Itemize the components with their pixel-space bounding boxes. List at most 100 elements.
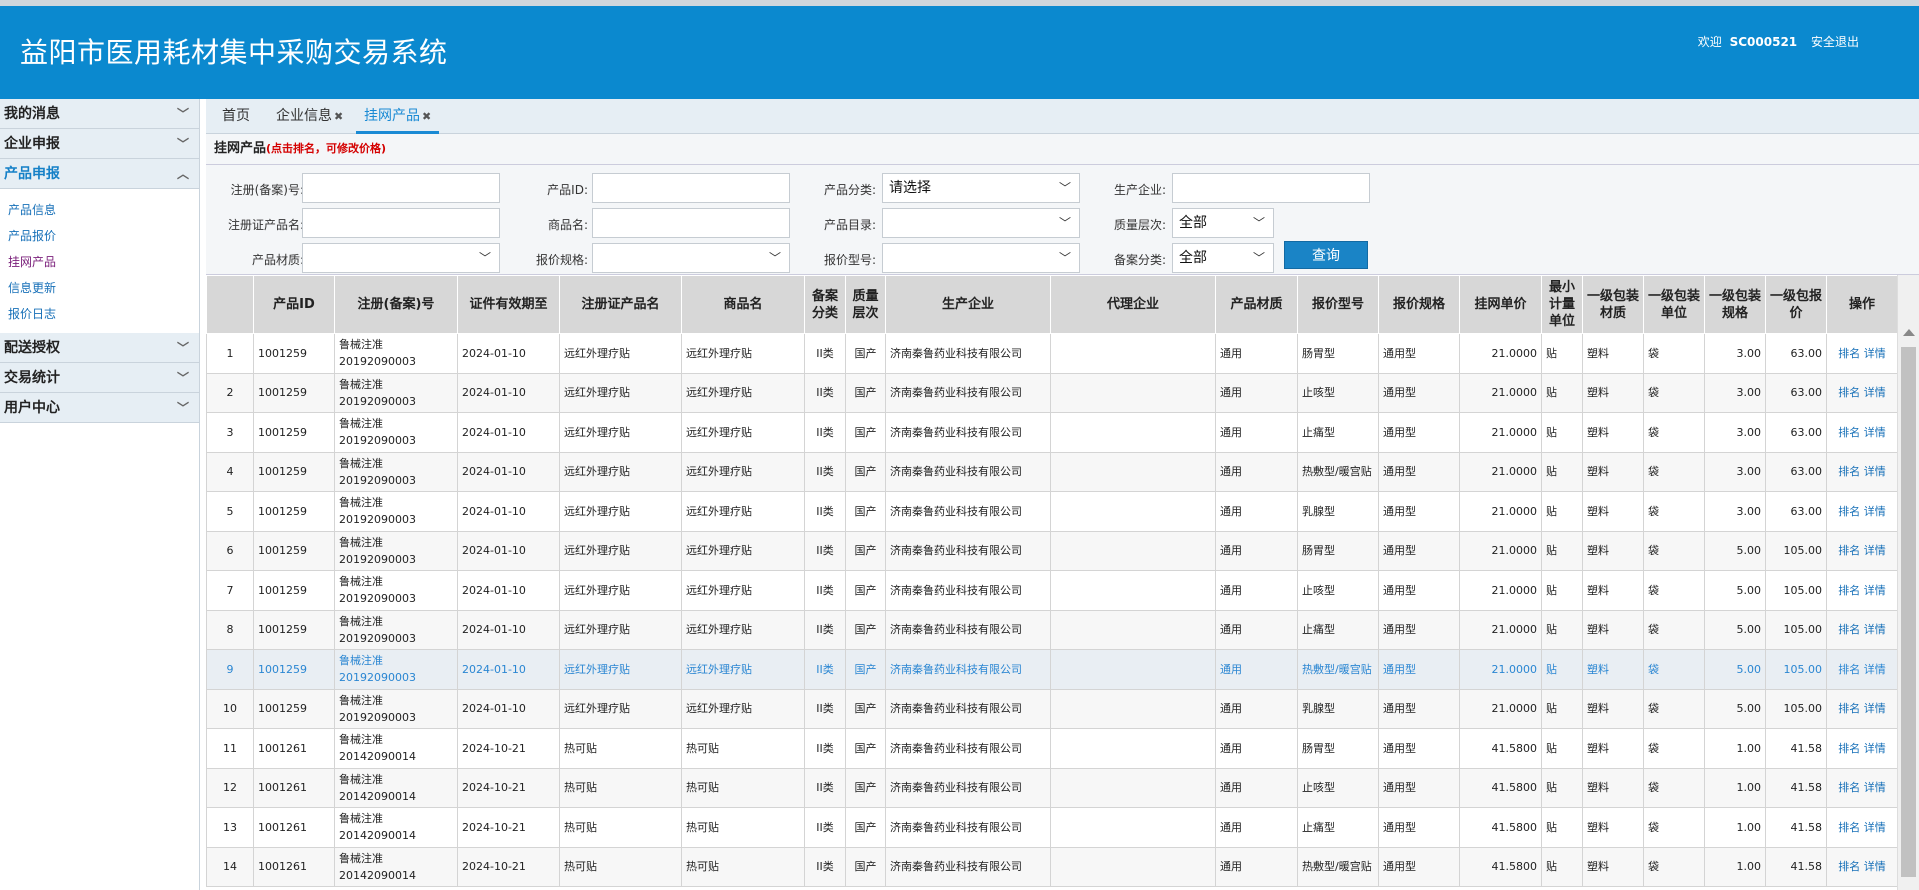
rank-link[interactable]: 排名 (1838, 742, 1860, 755)
table-cell: 济南秦鲁药业科技有限公司 (885, 728, 1051, 769)
sidebar-group-delivery[interactable]: 配送授权 ﹀ (0, 333, 199, 363)
table-cell: 通用型 (1378, 846, 1460, 887)
detail-link[interactable]: 详情 (1864, 426, 1886, 439)
table-cell: 袋 (1643, 530, 1705, 571)
table-cell: 塑料 (1582, 451, 1644, 492)
table-cell: 通用型 (1378, 412, 1460, 453)
table-row[interactable]: 14 1001261 鲁械注准20142090014 2024-10-21 热可贴 热可贴… (206, 846, 1898, 887)
table-row[interactable]: 8 1001259 鲁械注准20192090003 2024-01-10 远红外理疗贴远… (206, 609, 1898, 650)
table-row[interactable]: 2 1001259 鲁械注准20192090003 2024-01-10 远红外理疗贴远… (206, 372, 1898, 413)
detail-link[interactable]: 详情 (1864, 821, 1886, 834)
table-scrollbar[interactable] (1897, 275, 1919, 890)
table-cell: 1001259 (253, 530, 335, 571)
spec-select[interactable]: ﹀ (592, 243, 790, 273)
rank-link[interactable]: 排名 (1838, 505, 1860, 518)
table-row[interactable]: 4 1001259 鲁械注准20192090003 2024-01-10 远红外理疗贴远… (206, 451, 1898, 492)
table-cell: 21.0000 (1459, 530, 1542, 571)
detail-link[interactable]: 详情 (1864, 347, 1886, 360)
rank-link[interactable]: 排名 (1838, 347, 1860, 360)
detail-link[interactable]: 详情 (1864, 742, 1886, 755)
reg-no-input[interactable] (302, 173, 500, 203)
table-row[interactable]: 6 1001259 鲁械注准20192090003 2024-01-10 远红外理疗贴远… (206, 530, 1898, 571)
trade-name-input[interactable] (592, 208, 790, 238)
detail-link[interactable]: 详情 (1864, 623, 1886, 636)
column-header: 最小计量单位 (1541, 275, 1583, 334)
rank-link[interactable]: 排名 (1838, 584, 1860, 597)
detail-link[interactable]: 详情 (1864, 781, 1886, 794)
close-icon[interactable]: ✖ (334, 110, 343, 123)
sidebar-group-enterprise[interactable]: 企业申报 ﹀ (0, 129, 199, 159)
category-select[interactable]: 请选择 ﹀ (882, 173, 1080, 203)
rank-link[interactable]: 排名 (1838, 465, 1860, 478)
rank-link[interactable]: 排名 (1838, 544, 1860, 557)
detail-link[interactable]: 详情 (1864, 584, 1886, 597)
table-cell: 63.00 (1765, 333, 1827, 374)
sidebar-group-messages[interactable]: 我的消息 ﹀ (0, 99, 199, 129)
sidebar-item-listed-products[interactable]: 挂网产品 (0, 249, 199, 275)
sidebar-item-info-update[interactable]: 信息更新 (0, 275, 199, 301)
table-row[interactable]: 9 1001259 鲁械注准20192090003 2024-01-10 远红外理疗贴远… (206, 649, 1898, 690)
query-button[interactable]: 查询 (1284, 241, 1368, 269)
filing-select[interactable]: 全部 ﹀ (1172, 243, 1274, 273)
detail-link[interactable]: 详情 (1864, 860, 1886, 873)
sidebar-group-product[interactable]: 产品申报 ︿ (0, 159, 199, 189)
product-table: 产品ID 注册(备案)号 证件有效期至 注册证产品名 商品名 备案分类 质量层次 生产企业 代理… (206, 275, 1898, 887)
sidebar-item-product-info[interactable]: 产品信息 (0, 197, 199, 223)
table-cell: 热可贴 (681, 807, 805, 848)
tab-label: 企业信息 (276, 108, 332, 124)
table-cell: 8 (206, 609, 254, 650)
rank-link[interactable]: 排名 (1838, 663, 1860, 676)
rank-link[interactable]: 排名 (1838, 386, 1860, 399)
table-row[interactable]: 11 1001261 鲁械注准20142090014 2024-10-21 热可贴 热可贴… (206, 728, 1898, 769)
tab-listed-products[interactable]: 挂网产品 ✖ (356, 99, 440, 134)
table-row[interactable]: 5 1001259 鲁械注准20192090003 2024-01-10 远红外理疗贴远… (206, 491, 1898, 532)
table-cell: 21.0000 (1459, 412, 1542, 453)
detail-link[interactable]: 详情 (1864, 505, 1886, 518)
detail-link[interactable]: 详情 (1864, 663, 1886, 676)
detail-link[interactable]: 详情 (1864, 702, 1886, 715)
detail-link[interactable]: 详情 (1864, 544, 1886, 557)
rank-link[interactable]: 排名 (1838, 623, 1860, 636)
table-row[interactable]: 7 1001259 鲁械注准20192090003 2024-01-10 远红外理疗贴远… (206, 570, 1898, 611)
rank-link[interactable]: 排名 (1838, 781, 1860, 794)
row-actions: 排名 详情 (1826, 649, 1898, 690)
model-select[interactable]: ﹀ (882, 243, 1080, 273)
quality-select[interactable]: 全部 ﹀ (1172, 208, 1274, 238)
rank-link[interactable]: 排名 (1838, 860, 1860, 873)
rank-link[interactable]: 排名 (1838, 821, 1860, 834)
table-cell: 国产 (845, 372, 886, 413)
sidebar-group-user[interactable]: 用户中心 ﹀ (0, 393, 199, 423)
cert-name-input[interactable] (302, 208, 500, 238)
table-cell: 通用 (1215, 649, 1298, 690)
column-header: 备案分类 (804, 275, 846, 334)
rank-link[interactable]: 排名 (1838, 702, 1860, 715)
table-cell: 通用 (1215, 609, 1298, 650)
scroll-up-icon[interactable] (1903, 329, 1915, 336)
table-row[interactable]: 12 1001261 鲁械注准20142090014 2024-10-21 热可贴 热可贴… (206, 767, 1898, 808)
detail-link[interactable]: 详情 (1864, 386, 1886, 399)
table-cell: 贴 (1541, 649, 1583, 690)
product-id-input[interactable] (592, 173, 790, 203)
table-cell: 远红外理疗贴 (681, 451, 805, 492)
sidebar-group-stats[interactable]: 交易统计 ﹀ (0, 363, 199, 393)
table-row[interactable]: 10 1001259 鲁械注准20192090003 2024-01-10 远红外理疗贴… (206, 688, 1898, 729)
table-row[interactable]: 13 1001261 鲁械注准20142090014 2024-10-21 热可贴 热可贴… (206, 807, 1898, 848)
table-row[interactable]: 3 1001259 鲁械注准20192090003 2024-01-10 远红外理疗贴远… (206, 412, 1898, 453)
detail-link[interactable]: 详情 (1864, 465, 1886, 478)
logout-link[interactable]: 安全退出 (1811, 35, 1859, 49)
table-row[interactable]: 1 1001259 鲁械注准20192090003 2024-01-10 远红外理疗贴远… (206, 333, 1898, 374)
row-actions: 排名 详情 (1826, 570, 1898, 611)
material-select[interactable]: ﹀ (302, 243, 500, 273)
manufacturer-input[interactable] (1172, 173, 1370, 203)
tab-enterprise-info[interactable]: 企业信息 ✖ (276, 99, 343, 134)
table-cell: 袋 (1643, 649, 1705, 690)
scrollbar-thumb[interactable] (1901, 347, 1916, 877)
table-cell: 12 (206, 767, 254, 808)
table-cell: 热敷型/暖宫贴 (1297, 846, 1379, 887)
tab-home[interactable]: 首页 (222, 99, 250, 134)
catalog-select[interactable]: ﹀ (882, 208, 1080, 238)
rank-link[interactable]: 排名 (1838, 426, 1860, 439)
sidebar-item-product-quote[interactable]: 产品报价 (0, 223, 199, 249)
close-icon[interactable]: ✖ (422, 110, 431, 123)
sidebar-item-quote-log[interactable]: 报价日志 (0, 301, 199, 327)
